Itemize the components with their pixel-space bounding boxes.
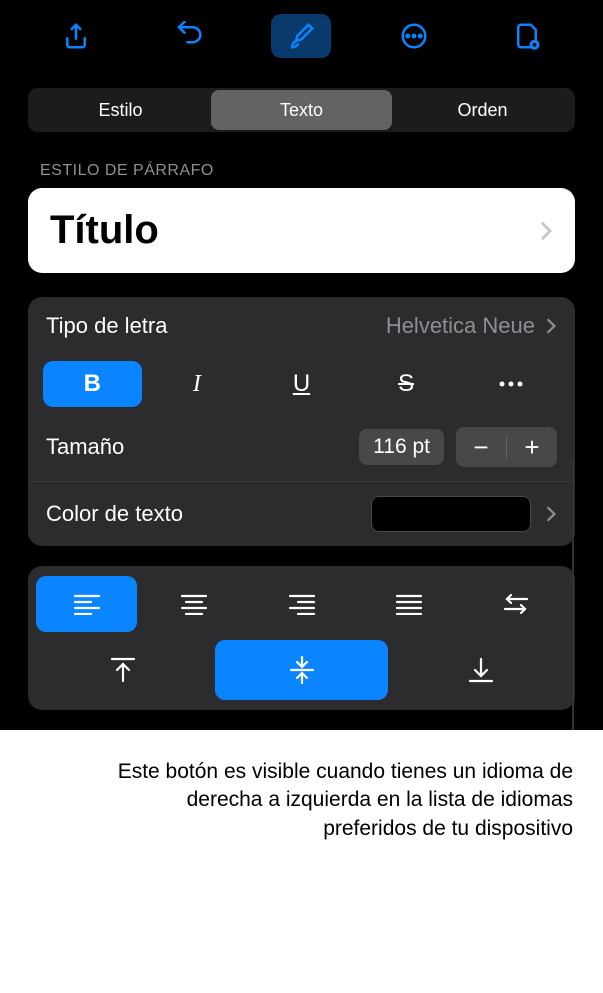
size-value[interactable]: 116 pt [359, 429, 444, 465]
font-style-buttons: B I U S [28, 355, 575, 417]
valign-middle-button[interactable] [215, 640, 388, 700]
size-decrease-button[interactable]: − [456, 427, 506, 467]
size-row: Tamaño 116 pt − + [28, 417, 575, 481]
section-label-paragraph: ESTILO DE PÁRRAFO [40, 162, 563, 180]
valign-middle-icon [287, 655, 317, 685]
tab-orden[interactable]: Orden [392, 90, 573, 130]
more-button[interactable] [384, 14, 444, 58]
size-stepper: − + [456, 427, 557, 467]
more-icon [399, 21, 429, 51]
valign-top-icon [108, 655, 138, 685]
more-styles-button[interactable] [461, 361, 560, 407]
paragraph-style-selector[interactable]: Título [28, 188, 575, 273]
undo-icon [174, 21, 204, 51]
underline-button[interactable]: U [252, 361, 351, 407]
share-icon [61, 21, 91, 51]
paragraph-style-value: Título [50, 208, 159, 253]
align-justify-button[interactable] [358, 576, 459, 632]
align-left-icon [73, 593, 101, 615]
font-family-row[interactable]: Tipo de letra Helvetica Neue [28, 297, 575, 355]
toolbar [0, 0, 603, 68]
chevron-right-icon [539, 220, 553, 242]
tab-texto[interactable]: Texto [211, 90, 392, 130]
valign-bottom-button[interactable] [394, 640, 567, 700]
document-icon [512, 21, 542, 51]
tab-estilo[interactable]: Estilo [30, 90, 211, 130]
format-panel: Estilo Texto Orden ESTILO DE PÁRRAFO Tít… [0, 0, 603, 730]
format-tabs: Estilo Texto Orden [28, 88, 575, 132]
font-value: Helvetica Neue [386, 313, 535, 339]
undo-button[interactable] [159, 14, 219, 58]
format-button[interactable] [271, 14, 331, 58]
valign-top-button[interactable] [36, 640, 209, 700]
align-right-icon [288, 593, 316, 615]
bold-button[interactable]: B [43, 361, 142, 407]
font-label: Tipo de letra [46, 313, 167, 339]
strikethrough-button[interactable]: S [357, 361, 456, 407]
document-button[interactable] [497, 14, 557, 58]
callout: Este botón es visible cuando tienes un i… [0, 730, 603, 843]
align-center-icon [180, 593, 208, 615]
valign-bottom-icon [466, 655, 496, 685]
size-label: Tamaño [46, 434, 124, 460]
align-left-button[interactable] [36, 576, 137, 632]
ellipsis-icon [498, 380, 524, 388]
font-value-wrap: Helvetica Neue [386, 313, 557, 339]
alignment-card [28, 566, 575, 710]
chevron-right-icon [545, 317, 557, 335]
text-direction-button[interactable] [466, 576, 567, 632]
text-direction-icon [501, 593, 531, 615]
align-center-button[interactable] [143, 576, 244, 632]
brush-icon [286, 21, 316, 51]
text-color-label: Color de texto [46, 501, 183, 527]
italic-button[interactable]: I [148, 361, 247, 407]
chevron-right-icon [545, 505, 557, 523]
align-right-button[interactable] [251, 576, 352, 632]
vertical-align-row [36, 640, 567, 700]
callout-text: Este botón es visible cuando tienes un i… [90, 758, 573, 843]
text-color-row[interactable]: Color de texto [28, 481, 575, 546]
size-increase-button[interactable]: + [507, 427, 557, 467]
horizontal-align-row [36, 576, 567, 632]
font-config-card: Tipo de letra Helvetica Neue B I U S [28, 297, 575, 546]
callout-line [572, 460, 574, 730]
align-justify-icon [395, 593, 423, 615]
share-button[interactable] [46, 14, 106, 58]
text-color-swatch[interactable] [371, 496, 531, 532]
